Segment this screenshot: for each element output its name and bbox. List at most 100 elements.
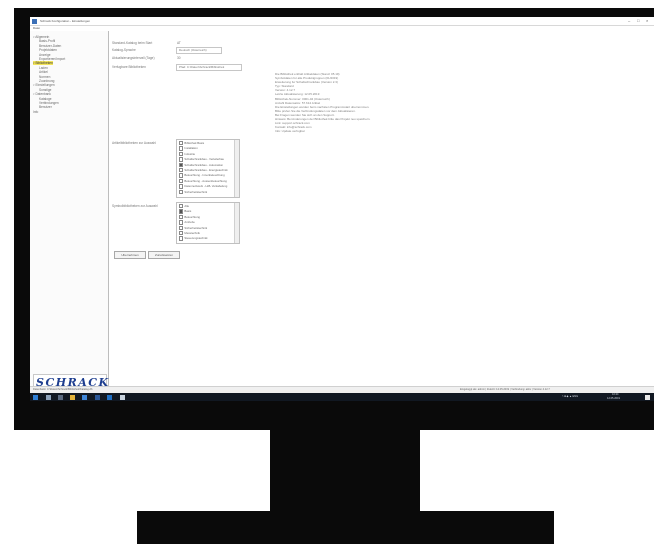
sidebar-tree-item[interactable]: Info: [33, 110, 38, 114]
checkbox[interactable]: [179, 146, 184, 151]
checkbox-list-item[interactable]: Bibliothek Basis: [179, 141, 205, 146]
symbol-libraries-list[interactable]: Alle Basis Beleuchtung Antriebe Sicherheitst…: [176, 202, 240, 244]
sidebar-tree-item[interactable]: Benutzer: [39, 105, 52, 109]
sidebar: ▿ Allgemein Basis-Profil Benutzer-Daten Pro…: [30, 31, 109, 398]
checkbox-label: Steuerungstechnik: [184, 236, 208, 241]
checkbox[interactable]: [179, 141, 184, 146]
sidebar-tree-item[interactable]: Sonstige: [39, 88, 51, 92]
checkbox-list-item[interactable]: Basis: [179, 209, 192, 214]
checkbox-list-item[interactable]: Industrie: [179, 151, 196, 157]
sidebar-tree-item[interactable]: Exportieren/Import: [39, 57, 65, 61]
checkbox[interactable]: [179, 214, 184, 220]
checkbox[interactable]: [179, 151, 184, 157]
sidebar-tree-item[interactable]: Laden: [39, 66, 48, 70]
checkbox-list-item[interactable]: Antriebe: [179, 220, 195, 225]
sidebar-tree-item[interactable]: ▿ Bibliotheken: [33, 61, 53, 66]
checkbox[interactable]: [179, 173, 184, 178]
checkbox-label: Schaltschrankbau - Verteilerbau: [184, 157, 225, 162]
status-bar: Datenbank: C:\Daten\Schrack\Bibliothek\K…: [30, 386, 654, 393]
outlook-app-icon[interactable]: [107, 394, 112, 400]
checkbox-list-item[interactable]: Beleuchtung: [179, 214, 200, 220]
config-app-icon[interactable]: [120, 394, 125, 400]
article-libraries-scrollbar[interactable]: [234, 140, 239, 197]
symbol-libraries-label: Symbolbibliotheken zur Auswahl: [112, 204, 158, 208]
checkbox-label: Industrie: [184, 151, 196, 156]
checkbox-label: Schaltschrankbau - Automation: [184, 162, 224, 167]
checkbox[interactable]: [179, 157, 184, 162]
checkbox-label: Bibliothek Basis: [184, 141, 205, 145]
maximize-button[interactable]: □: [637, 18, 639, 24]
checkbox[interactable]: [179, 225, 184, 231]
sidebar-tree-item[interactable]: Basis-Profil: [39, 39, 55, 43]
checkbox-list-item[interactable]: Messtechnik: [179, 231, 200, 236]
apply-button[interactable]: Ubernehmen: [114, 251, 146, 259]
sidebar-tree-item[interactable]: Artikel: [39, 70, 48, 74]
checkbox[interactable]: [179, 162, 184, 168]
checkbox-list-item[interactable]: Steuerungstechnik: [179, 236, 208, 241]
checkbox-label: Beleuchtung - Aussenbeleuchtung: [184, 178, 227, 183]
description-line: Info: Update verfugbar: [275, 129, 305, 134]
library-path-label: Verfugbare Bibliotheken: [112, 65, 146, 69]
article-libraries-list[interactable]: Bibliothek Basis Installation Industrie Sch…: [176, 139, 240, 198]
sidebar-tree-item[interactable]: Normen: [39, 75, 50, 79]
sidebar-tree-item[interactable]: ▿ Allgemein: [33, 35, 49, 39]
word-app-icon[interactable]: [95, 394, 100, 400]
update-interval-value: 30: [177, 56, 181, 60]
checkbox-label: Antriebe: [184, 220, 195, 225]
checkbox[interactable]: [179, 189, 184, 195]
checkbox-list-item[interactable]: Schaltschrankbau - Verteilerbau: [179, 157, 225, 162]
taskbar: ˄ ■ ◆ ▲ ENG 10:24 12.05.2019: [30, 393, 654, 401]
sidebar-tree-item[interactable]: ▿ Einstellungen: [33, 83, 55, 87]
file-explorer-icon[interactable]: [70, 394, 75, 400]
window-title: Schrack Konfiguration - Einstellungen: [40, 19, 91, 23]
search-icon[interactable]: [46, 394, 51, 400]
system-tray[interactable]: ˄ ■ ◆ ▲ ENG: [562, 393, 578, 401]
checkbox-list-item[interactable]: Schaltschrankbau - Automation: [179, 162, 224, 168]
checkbox[interactable]: [179, 204, 184, 209]
menu-file[interactable]: Datei: [33, 26, 40, 30]
sidebar-tree-item[interactable]: Projektdaten: [39, 48, 57, 52]
checkbox-list-item[interactable]: Beleuchtung - Aussenbeleuchtung: [179, 178, 227, 184]
checkbox-label: Beleuchtung: [184, 214, 200, 219]
sidebar-tree-item[interactable]: Kataloge: [39, 97, 52, 101]
checkbox[interactable]: [179, 236, 184, 241]
checkbox[interactable]: [179, 209, 184, 214]
minimize-button[interactable]: –: [628, 18, 630, 24]
checkbox-list-item[interactable]: Beleuchtung - Innenbeleuchtung: [179, 173, 225, 178]
sidebar-tree-item[interactable]: Benutzer-Daten: [39, 44, 61, 48]
reset-button[interactable]: Zurucksetzen: [148, 251, 180, 259]
settings-content: Standard-Katalog beim Start AT Katalog-S…: [110, 31, 654, 386]
sidebar-tree-item[interactable]: ▿ Datenbank: [33, 92, 51, 96]
checkbox-list-item[interactable]: Sicherheitstechnik: [179, 225, 207, 231]
checkbox-list-item[interactable]: Sicherheitstechnik: [179, 189, 208, 195]
sidebar-tree-item[interactable]: Anzeige: [39, 53, 51, 57]
mail-icon[interactable]: [82, 394, 87, 400]
notification-icon[interactable]: [645, 394, 650, 400]
sidebar-tree-item[interactable]: Zuordnung: [39, 79, 54, 83]
task-view-icon[interactable]: [58, 394, 63, 400]
monitor-stand-neck: [270, 430, 420, 511]
checkbox-list-item[interactable]: Alle: [179, 204, 189, 209]
update-interval-label: Aktualisierungsintervall (Tage): [112, 56, 155, 60]
checkbox-list-item[interactable]: Schaltschrankbau - Energietechnik: [179, 168, 228, 173]
close-button[interactable]: ×: [646, 18, 648, 24]
catalog-language-select[interactable]: Deutsch (Osterreich): [176, 47, 222, 54]
window-titlebar[interactable]: Schrack Konfiguration - Einstellungen – …: [30, 17, 654, 26]
checkbox-label: Beleuchtung - Innenbeleuchtung: [184, 173, 225, 178]
checkbox[interactable]: [179, 220, 184, 225]
checkbox[interactable]: [179, 168, 184, 173]
checkbox-label: Datennetzwerk - LWL Verkabelung: [184, 184, 228, 189]
checkbox-label: Schaltschrankbau - Energietechnik: [184, 168, 228, 172]
windows-start-icon[interactable]: [33, 394, 38, 400]
checkbox-label: Basis: [184, 209, 192, 214]
checkbox[interactable]: [179, 178, 184, 184]
checkbox[interactable]: [179, 231, 184, 236]
checkbox-label: Sicherheitstechnik: [184, 189, 208, 194]
checkbox[interactable]: [179, 184, 184, 189]
symbol-libraries-scrollbar[interactable]: [234, 203, 239, 243]
checkbox-list-item[interactable]: Datennetzwerk - LWL Verkabelung: [179, 184, 228, 189]
library-path-field[interactable]: Pfad: C:\Daten\Schrack\Bibliothek: [176, 64, 242, 71]
sidebar-tree-item[interactable]: Verbindungen: [39, 101, 59, 105]
checkbox-list-item[interactable]: Installation: [179, 146, 198, 151]
clock-date[interactable]: 12.05.2019: [607, 397, 620, 401]
